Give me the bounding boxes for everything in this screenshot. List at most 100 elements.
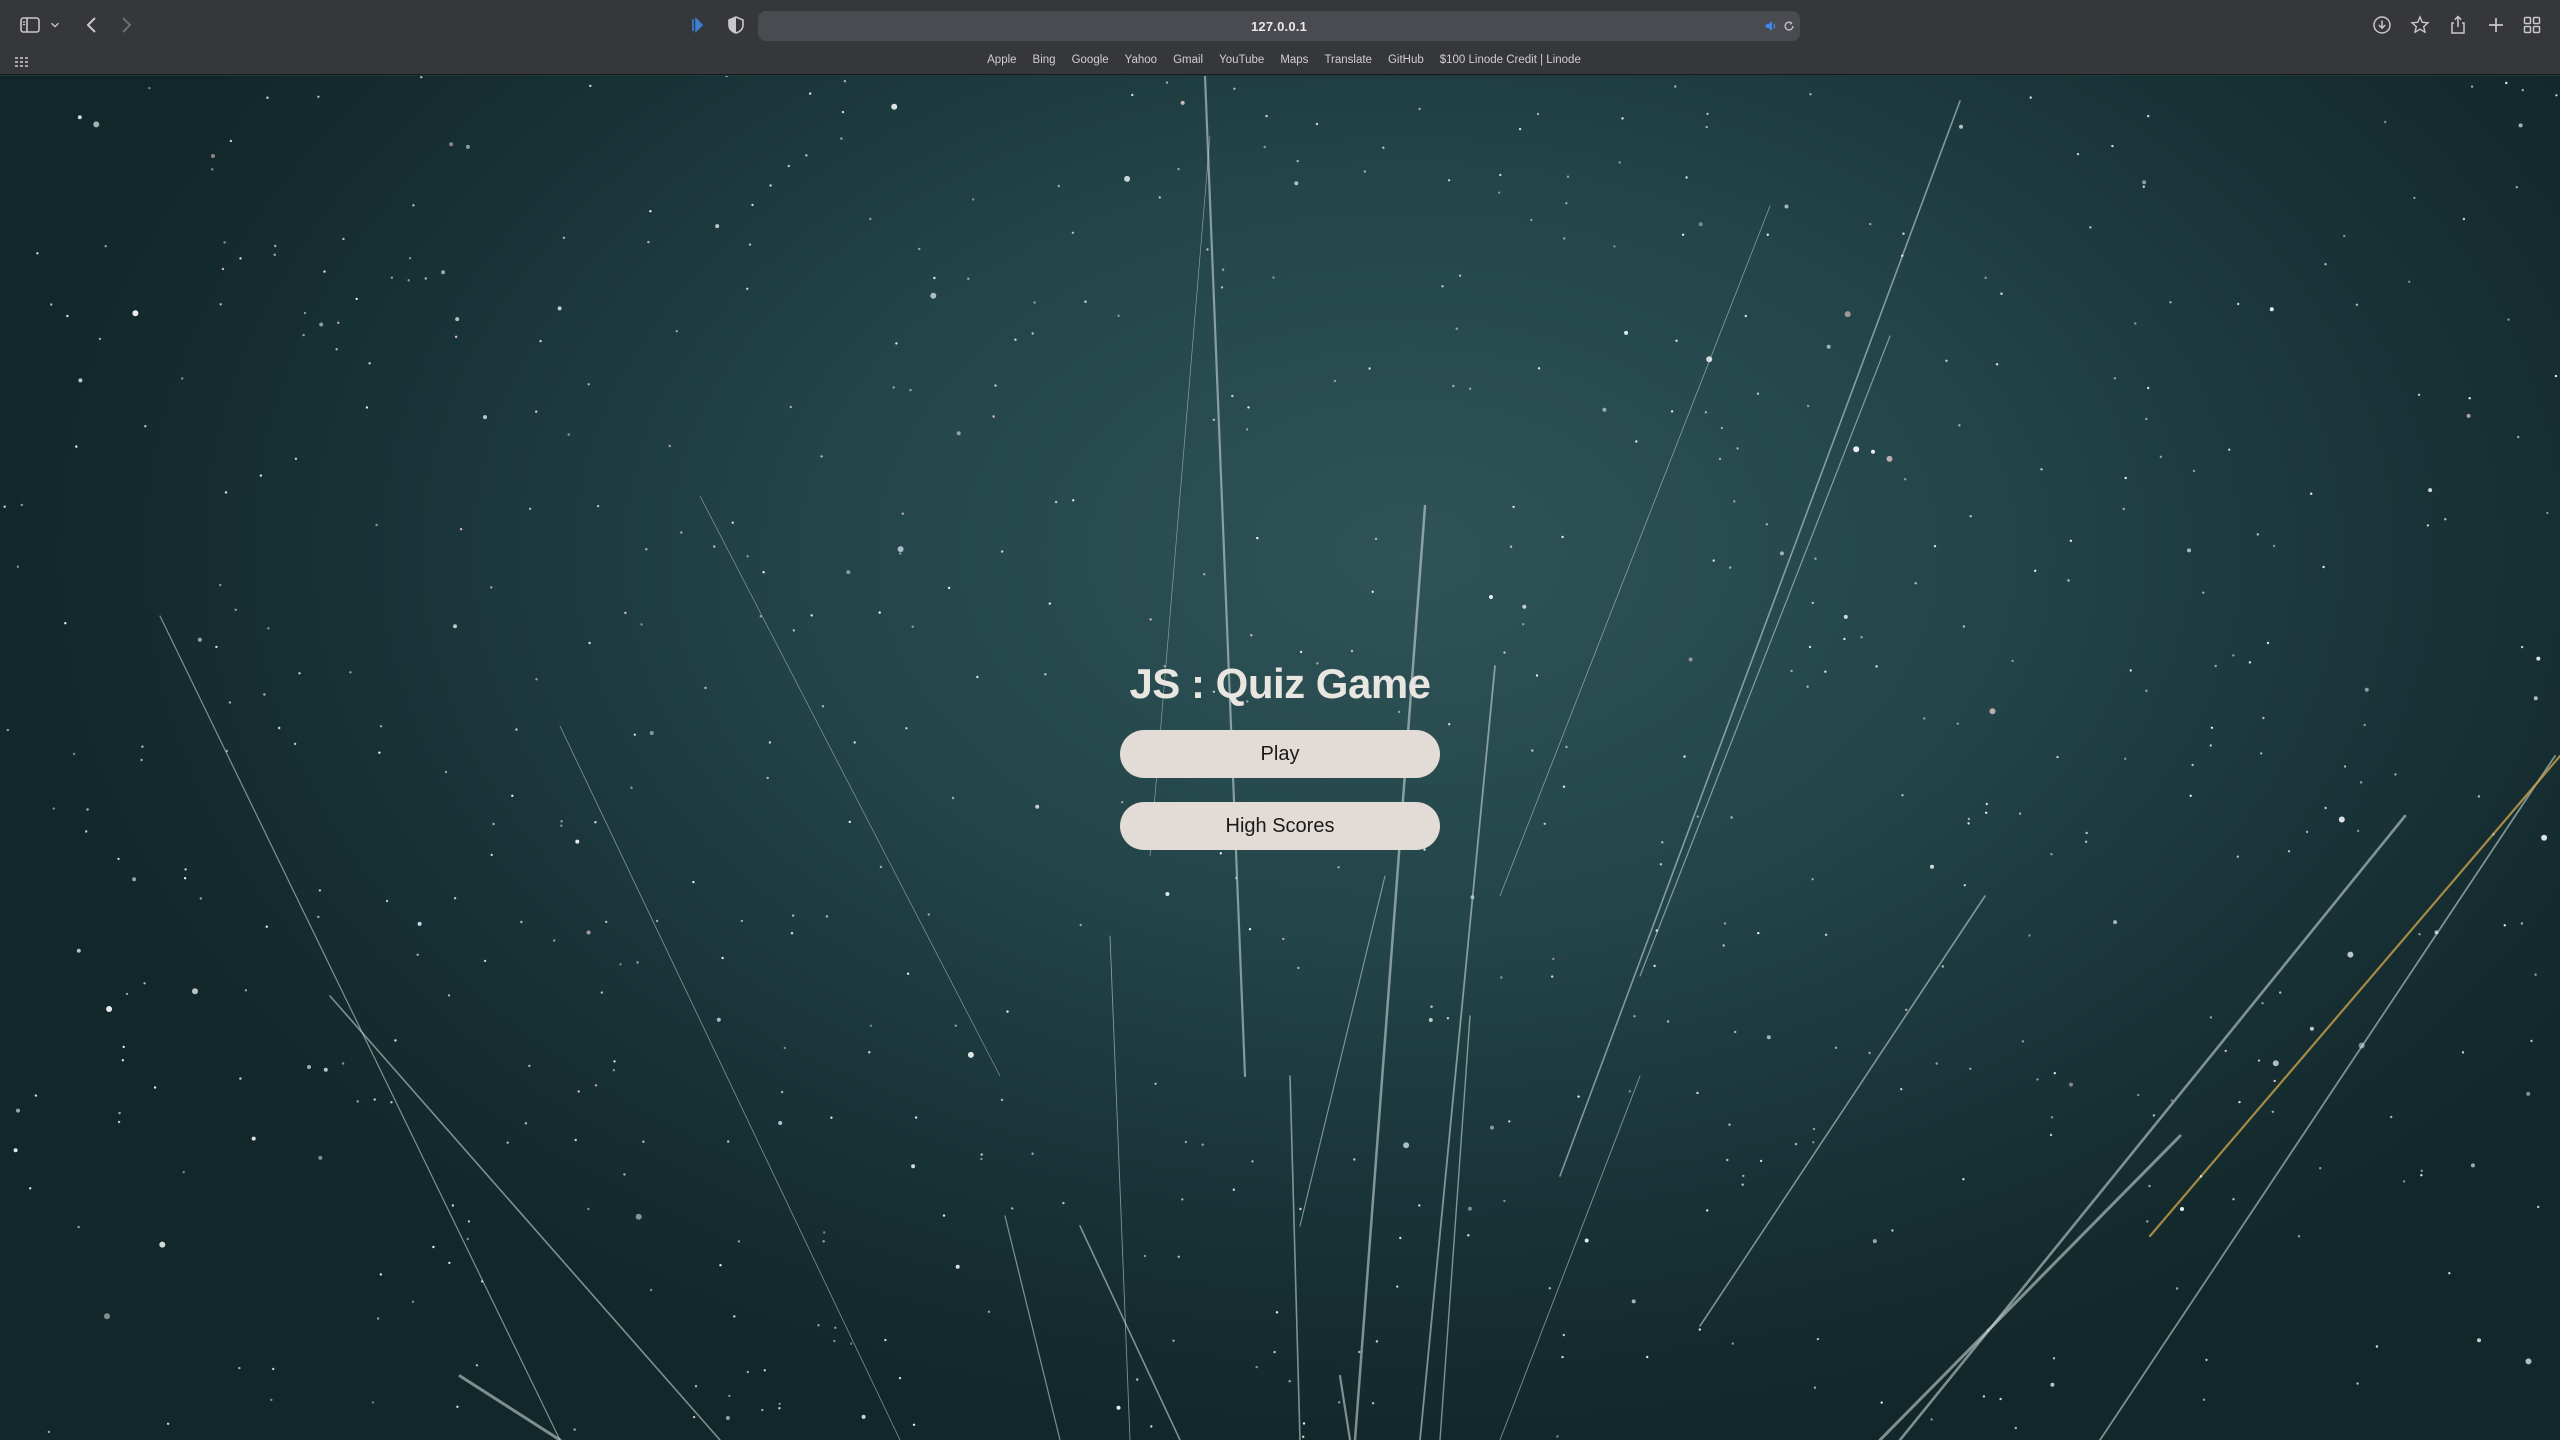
star: [594, 821, 597, 824]
star: [1624, 330, 1629, 335]
star: [1698, 1328, 1702, 1331]
star: [1172, 1339, 1175, 1342]
chevron-right-icon[interactable]: [114, 13, 138, 37]
favorite-translate[interactable]: Translate: [1316, 54, 1380, 66]
favorite-youtube[interactable]: YouTube: [1211, 54, 1272, 66]
favorite-bing[interactable]: Bing: [1025, 54, 1064, 66]
star: [2309, 1026, 2314, 1031]
star: [1350, 649, 1354, 653]
address-bar[interactable]: 127.0.0.1: [758, 11, 1800, 41]
star: [2069, 539, 2073, 542]
star: [75, 445, 78, 448]
star: [2067, 579, 2070, 582]
star: [2287, 850, 2291, 853]
star: [483, 415, 487, 420]
star: [1117, 314, 1120, 317]
star: [2122, 507, 2125, 511]
star: [2147, 114, 2150, 118]
favorite-apple[interactable]: Apple: [979, 54, 1024, 66]
star: [1251, 1160, 1254, 1163]
star: [1886, 455, 1893, 462]
download-icon[interactable]: [2370, 13, 2394, 37]
star: [1265, 114, 1268, 118]
star: [2505, 81, 2508, 85]
star: [1653, 964, 1656, 968]
star: [368, 362, 371, 365]
star: [848, 820, 851, 824]
star: [1655, 929, 1659, 932]
star-streak: [2148, 754, 2560, 1238]
star: [574, 1138, 577, 1142]
star: [317, 95, 320, 98]
reload-icon[interactable]: [1780, 17, 1798, 35]
shield-icon[interactable]: [724, 13, 748, 37]
plus-icon[interactable]: [2484, 13, 2508, 37]
tab-overview-icon[interactable]: [2520, 13, 2544, 37]
play-button[interactable]: Play: [1120, 730, 1440, 778]
star: [1375, 1340, 1379, 1343]
star: [199, 897, 202, 900]
star: [2040, 468, 2043, 471]
speaker-icon[interactable]: [1762, 17, 1780, 35]
favorite-gmail[interactable]: Gmail: [1165, 54, 1211, 66]
chevron-down-icon[interactable]: [48, 13, 62, 37]
star: [2257, 1059, 2261, 1062]
star: [2000, 292, 2003, 295]
star: [1458, 274, 1462, 277]
star: [1901, 254, 1904, 257]
chevron-left-icon[interactable]: [80, 13, 104, 37]
star: [274, 244, 277, 248]
favorites-list: Apple Bing Google Yahoo Gmail YouTube Ma…: [0, 54, 2560, 66]
star-icon[interactable]: [2408, 13, 2432, 37]
star: [1508, 1120, 1511, 1123]
star: [251, 1136, 256, 1141]
star: [1967, 817, 1971, 821]
star: [759, 615, 762, 618]
star: [412, 204, 415, 207]
star: [1967, 822, 1970, 825]
favorite-yahoo[interactable]: Yahoo: [1117, 54, 1165, 66]
share-icon[interactable]: [2446, 13, 2470, 37]
star: [318, 889, 322, 892]
star: [2191, 763, 2194, 767]
star: [2541, 834, 2548, 841]
star: [1371, 590, 1374, 593]
star: [182, 1171, 185, 1174]
star: [266, 96, 269, 99]
extension-icon[interactable]: [686, 13, 710, 37]
star: [2238, 1100, 2241, 1104]
star-streak: [1499, 1075, 1641, 1440]
star: [520, 920, 523, 924]
star: [1824, 933, 1828, 936]
favorite-linode[interactable]: $100 Linode Credit | Linode: [1432, 54, 1589, 66]
star: [624, 611, 627, 615]
star: [1723, 922, 1727, 925]
star: [1902, 232, 1905, 235]
star: [1296, 159, 1299, 163]
star: [318, 1155, 323, 1160]
star: [1812, 1141, 1815, 1144]
star: [987, 1310, 991, 1314]
favorite-google[interactable]: Google: [1064, 54, 1117, 66]
star: [1165, 81, 1169, 84]
star: [379, 725, 383, 728]
star-streak: [1353, 504, 1427, 1440]
star: [1565, 202, 1568, 205]
star: [850, 1342, 853, 1345]
star: [600, 991, 603, 994]
star: [2448, 1272, 2451, 1275]
star: [895, 342, 898, 345]
sidebar-toggle-icon[interactable]: [18, 13, 42, 37]
favorite-maps[interactable]: Maps: [1272, 54, 1316, 66]
star: [394, 1039, 397, 1042]
star: [2418, 933, 2421, 936]
star: [273, 253, 276, 256]
star: [2052, 1357, 2056, 1360]
star: [234, 608, 237, 611]
star: [1263, 145, 1266, 149]
high-scores-button[interactable]: High Scores: [1120, 802, 1440, 850]
favorite-github[interactable]: GitHub: [1380, 54, 1432, 66]
star: [2202, 1398, 2206, 1401]
star: [980, 1153, 983, 1156]
star: [762, 571, 765, 574]
